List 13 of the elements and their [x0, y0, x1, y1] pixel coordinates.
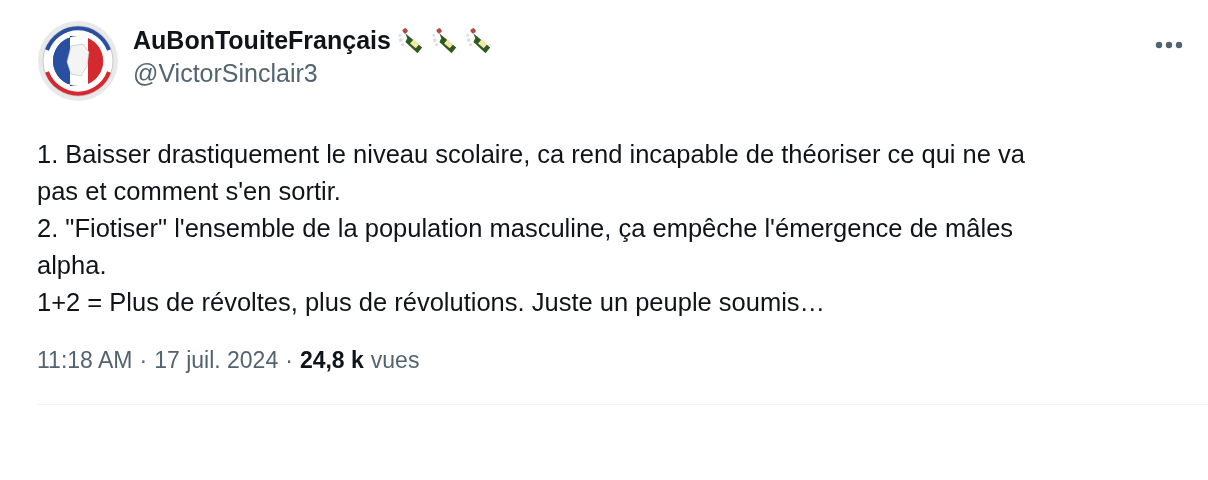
champagne-bottle-icon [396, 26, 425, 55]
more-icon[interactable] [1154, 40, 1184, 50]
champagne-bottle-icon [430, 26, 459, 55]
author-handle[interactable]: @VictorSinclair3 [133, 59, 1154, 88]
champagne-bottle-icon [464, 26, 493, 55]
view-count: 24,8 k [299, 347, 364, 374]
separator-dot: · [139, 347, 148, 374]
post-time[interactable]: 11:18 AM [37, 347, 133, 374]
views-label: vues [370, 347, 420, 374]
post-date[interactable]: 17 juil. 2024 [154, 347, 279, 374]
post-text: 1. Baisser drastiquement le niveau scolaire, ca rend incapable de théoriser ce qui ne va pas et comment s'en sortir. 2. "Fiotiser" l'ensemble de la population masculine, ça empêche l'émergence de mâles alpha. 1+2 = Plus de révoltes, plus de révolutions. Juste un peuple soumis… [37, 139, 1026, 318]
separator-dot: · [285, 347, 293, 374]
author-name[interactable]: AuBonTouiteFrançais [133, 26, 391, 55]
